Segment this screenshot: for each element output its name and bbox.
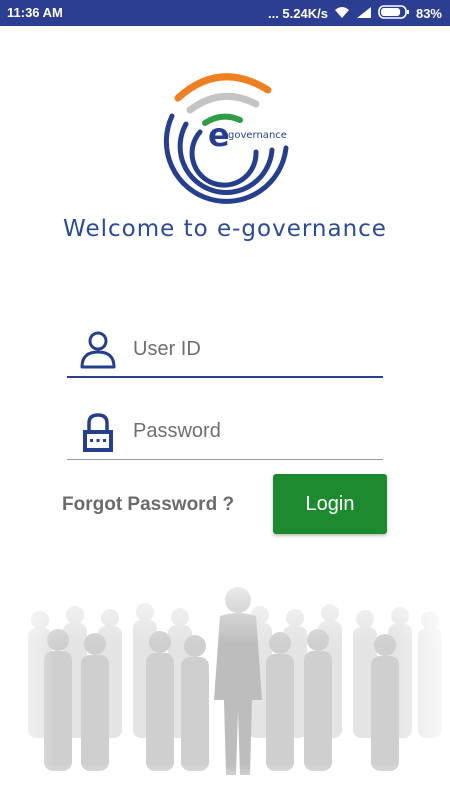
status-time: 11:36 AM: [7, 5, 63, 20]
password-underline: [67, 459, 383, 460]
user-icon: [79, 330, 117, 370]
lock-icon: [79, 412, 117, 452]
user-id-underline: [67, 376, 383, 378]
logo-text: governance: [228, 130, 287, 141]
welcome-title: Welcome to e-governance: [63, 216, 387, 242]
battery-icon: [378, 5, 410, 22]
crowd-background-image: [0, 560, 450, 800]
status-right: ... 5.24K/s 83%: [268, 5, 442, 22]
battery-fill: [380, 8, 401, 16]
network-speed: ... 5.24K/s: [267, 6, 328, 21]
signal-icon: [356, 6, 372, 22]
wifi-icon: [334, 6, 350, 22]
password-input[interactable]: [133, 414, 373, 448]
user-id-input[interactable]: [133, 332, 373, 366]
user-id-field[interactable]: [67, 328, 383, 378]
password-field[interactable]: [67, 410, 383, 460]
e-governance-logo: e governance: [150, 68, 300, 208]
battery-percent: 83%: [415, 6, 442, 21]
logo-letter: e: [208, 116, 230, 154]
forgot-password-link[interactable]: Forgot Password ?: [62, 494, 234, 516]
login-button[interactable]: Login: [273, 474, 387, 534]
status-bar: 11:36 AM ... 5.24K/s 83%: [0, 0, 450, 26]
